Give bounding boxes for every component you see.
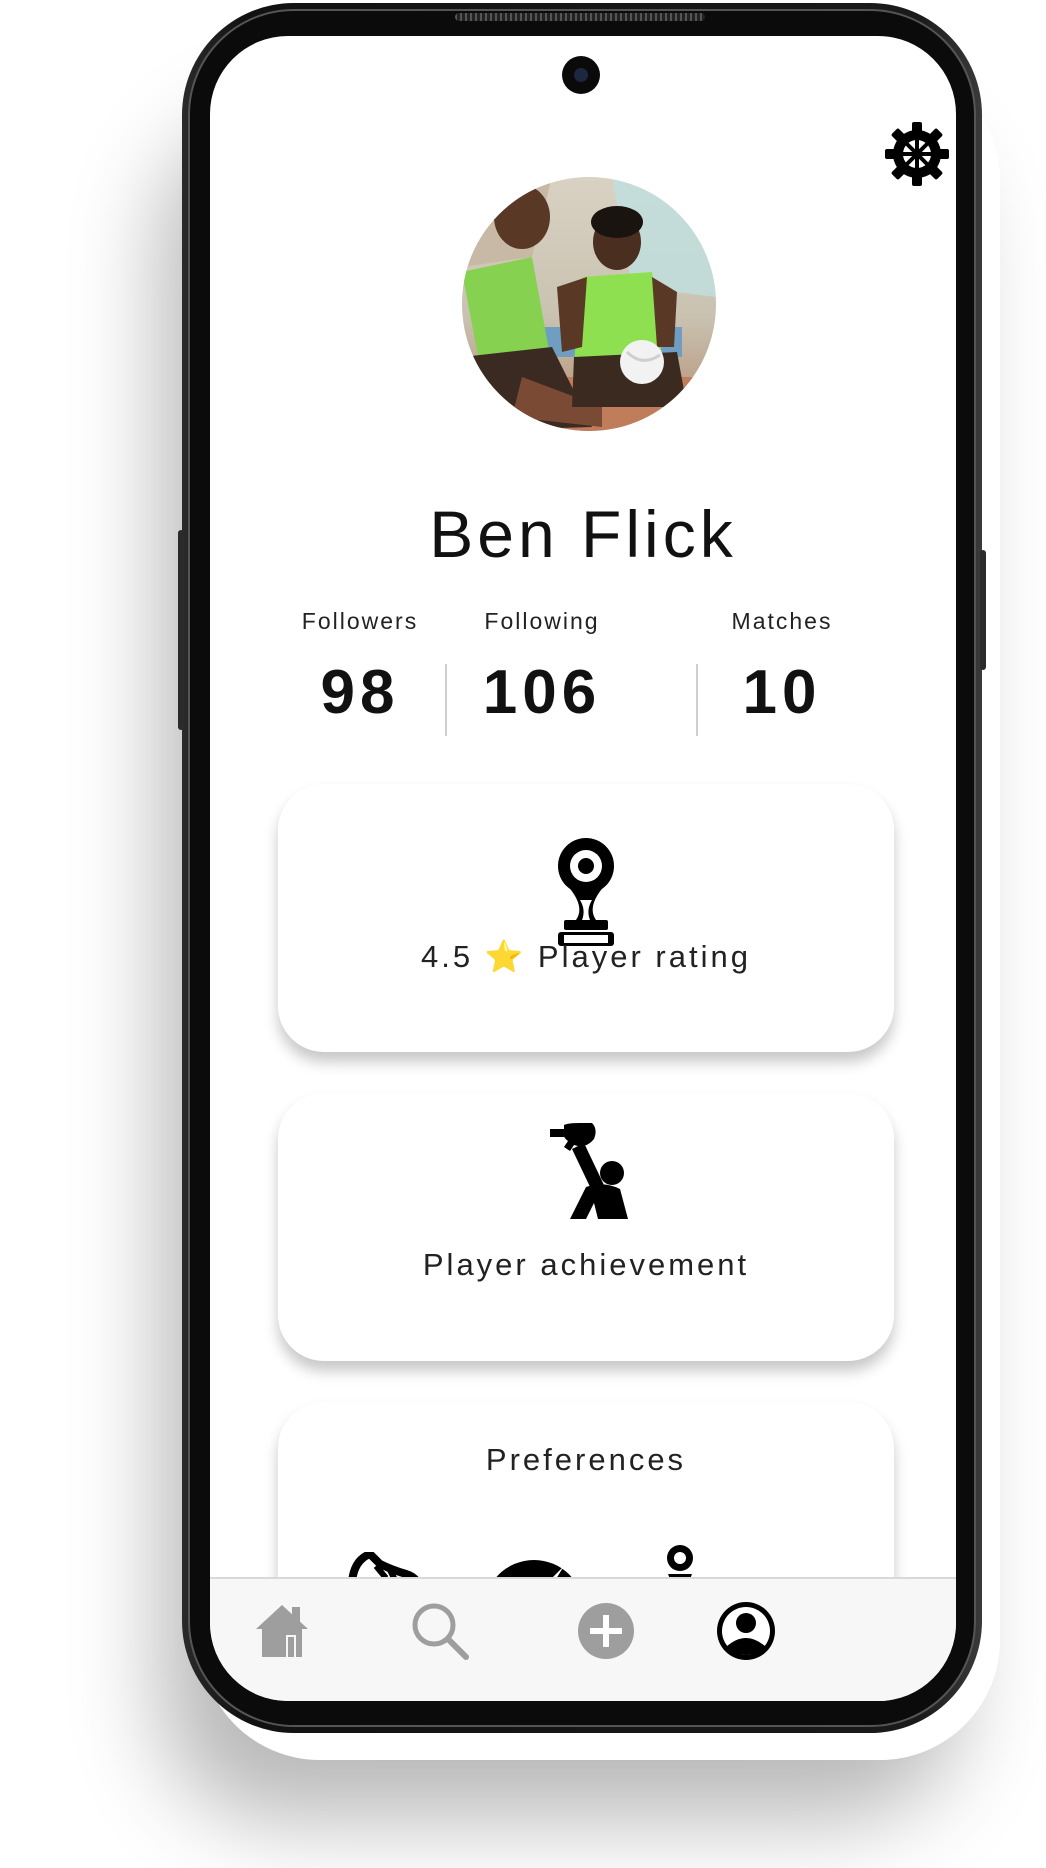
gear-icon[interactable] bbox=[884, 121, 950, 187]
stat-value: 10 bbox=[742, 658, 822, 727]
add-icon[interactable] bbox=[574, 1599, 638, 1663]
stat-label: Followers bbox=[301, 608, 419, 634]
trophy-raise-icon bbox=[550, 1123, 628, 1219]
stat-value: 106 bbox=[482, 658, 602, 727]
power-button bbox=[980, 550, 986, 670]
player-achievement-label: Player achievement bbox=[422, 1247, 750, 1282]
stat-matches[interactable]: Matches 10 bbox=[682, 608, 882, 728]
profile-icon[interactable] bbox=[714, 1599, 778, 1663]
preferences-title: Preferences bbox=[485, 1442, 687, 1477]
trophy-icon bbox=[558, 838, 614, 946]
speaker-grille bbox=[455, 13, 705, 21]
player-rating-card[interactable]: 4.5 ⭐ Player rating bbox=[278, 784, 894, 1052]
home-icon[interactable] bbox=[250, 1599, 314, 1663]
volume-button bbox=[178, 530, 184, 730]
profile-name: Ben Flick bbox=[429, 497, 737, 571]
device-mockup: Ben Flick Followers 98 Following 106 Mat… bbox=[0, 0, 1046, 1868]
app-screen: Ben Flick Followers 98 Following 106 Mat… bbox=[210, 36, 956, 1701]
player-achievement-card[interactable]: Player achievement bbox=[278, 1093, 894, 1361]
stat-following[interactable]: Following 106 bbox=[442, 608, 642, 728]
bottom-navigation bbox=[210, 1577, 956, 1701]
profile-photo bbox=[462, 177, 716, 431]
stat-followers[interactable]: Followers 98 bbox=[260, 608, 460, 728]
avatar[interactable] bbox=[462, 177, 716, 431]
stat-label: Following bbox=[484, 608, 600, 634]
stat-label: Matches bbox=[731, 608, 833, 634]
search-icon[interactable] bbox=[408, 1599, 472, 1663]
stat-value: 98 bbox=[320, 658, 400, 727]
player-rating-label: 4.5 ⭐ Player rating bbox=[421, 939, 751, 974]
front-camera bbox=[562, 56, 600, 94]
